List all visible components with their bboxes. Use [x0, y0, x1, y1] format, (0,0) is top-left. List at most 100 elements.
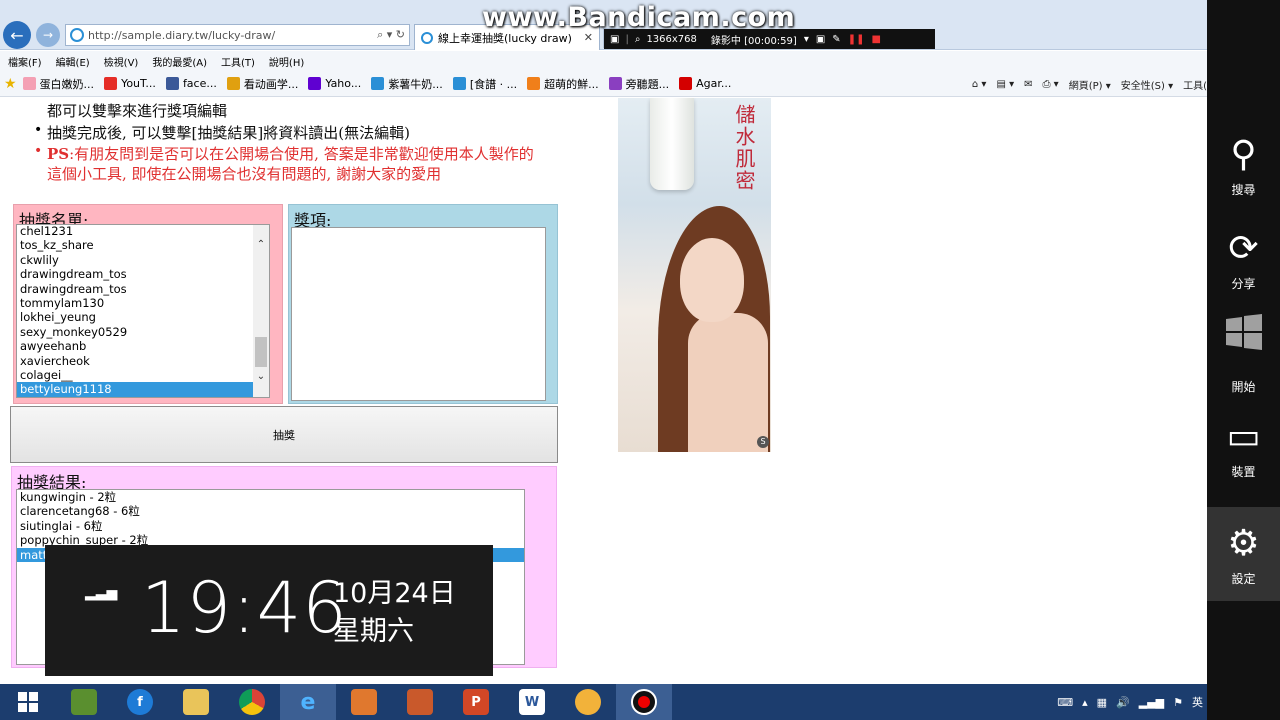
app-blue[interactable]: f: [112, 684, 168, 720]
safety-menu[interactable]: 安全性(S) ▾: [1121, 77, 1173, 92]
ad-slogan: 儲水肌密: [732, 104, 756, 192]
chevron-up-icon[interactable]: ⌃: [253, 237, 269, 253]
start-button[interactable]: [0, 684, 56, 720]
list-item[interactable]: drawingdream_tos: [17, 267, 269, 281]
favorite-link[interactable]: YouT...: [104, 77, 156, 90]
ie-app[interactable]: e: [280, 684, 336, 720]
charm-search[interactable]: ⚲ 搜尋: [1207, 118, 1280, 212]
favicon-icon: [371, 77, 385, 90]
list-item[interactable]: drawingdream_tos: [17, 282, 269, 296]
favicon-icon: [527, 77, 541, 90]
charm-start[interactable]: 開始: [1207, 306, 1280, 400]
forward-button[interactable]: →: [36, 23, 60, 47]
bandicam-app[interactable]: [616, 684, 672, 720]
entrants-listbox[interactable]: chel1231 tos_kz_share ckwlily drawingdream_…: [16, 224, 270, 398]
stop-icon[interactable]: ■: [871, 34, 880, 45]
menu-tools[interactable]: 工具(T): [221, 54, 255, 69]
system-tray: ⌨ ▴ ▦ 🔊 ▂▄▆ ⚑ 英: [1048, 684, 1203, 720]
favorite-label: Yaho...: [325, 77, 362, 90]
file-explorer[interactable]: [168, 684, 224, 720]
list-item[interactable]: bettyleung1118: [17, 382, 254, 397]
pause-icon[interactable]: ❚❚: [848, 34, 865, 45]
menu-edit[interactable]: 編輯(E): [56, 54, 90, 69]
url-text[interactable]: http://sample.diary.tw/lucky-draw/: [88, 29, 377, 42]
home-icon[interactable]: ⌂ ▾: [972, 79, 987, 90]
charm-share[interactable]: ⟳ 分享: [1207, 212, 1280, 306]
volume-icon[interactable]: 🔊: [1116, 696, 1130, 709]
charm-label: 搜尋: [1231, 182, 1256, 197]
bullet: •: [34, 143, 43, 159]
input-language[interactable]: 英: [1192, 694, 1203, 710]
menu-help[interactable]: 說明(H): [269, 54, 304, 69]
ps-text: :有朋友問到是否可以在公開場合使用, 答案是非常歡迎使用本人製作的: [69, 145, 534, 163]
recorder-toolbar: ▣ | ⌕ 1366x768 錄影中 [00:00:59] ▾ ▣ ✎ ❚❚ ■: [604, 29, 935, 49]
draw-button[interactable]: 抽獎: [10, 406, 558, 463]
menu-file[interactable]: 檔案(F): [8, 54, 42, 69]
scrollbar-thumb[interactable]: [255, 337, 267, 367]
mail-icon[interactable]: ✉: [1024, 79, 1032, 90]
list-item[interactable]: chel1231: [17, 225, 269, 238]
list-item[interactable]: siutinglai - 6粒: [17, 519, 524, 533]
favorite-label: Agar...: [696, 77, 732, 90]
favorite-link[interactable]: face...: [165, 77, 217, 90]
camera-icon[interactable]: ▣: [816, 34, 825, 45]
prizes-listbox[interactable]: [291, 227, 546, 401]
favorite-link[interactable]: 蛋白嫩奶...: [22, 76, 94, 92]
ad-badge: S: [757, 436, 769, 448]
entrants-scrollbar[interactable]: ⌃ ⌄: [253, 225, 269, 397]
favicon-icon: [104, 77, 118, 90]
favorite-link[interactable]: 旁聽題...: [608, 76, 669, 92]
advertisement-banner[interactable]: 儲水肌密 S: [618, 98, 771, 452]
list-item[interactable]: lokhei_yeung: [17, 310, 269, 324]
charm-label: 裝置: [1231, 464, 1256, 479]
favorite-link[interactable]: 超萌的鮮...: [527, 76, 599, 92]
chevron-up-icon[interactable]: ▴: [1082, 696, 1088, 709]
paint-app[interactable]: [560, 684, 616, 720]
list-item[interactable]: tos_kz_share: [17, 238, 269, 252]
menu-favorites[interactable]: 我的最愛(A): [152, 54, 207, 69]
word-app[interactable]: W: [504, 684, 560, 720]
list-item[interactable]: ckwlily: [17, 253, 269, 267]
search-refresh-icons[interactable]: ⌕ ▾ ↻: [377, 28, 409, 42]
record-icon: [631, 689, 657, 715]
app-orange[interactable]: [336, 684, 392, 720]
favorite-link[interactable]: 紫薯牛奶...: [371, 76, 443, 92]
app-icon: [407, 689, 433, 715]
favorite-link[interactable]: [食譜 · ...: [452, 76, 517, 92]
flag-icon[interactable]: ⚑: [1173, 696, 1183, 709]
pencil-icon[interactable]: ✎: [832, 34, 840, 45]
signal-icon[interactable]: ▂▄▆: [1139, 696, 1164, 709]
page-menu[interactable]: 網頁(P) ▾: [1069, 77, 1111, 92]
back-button[interactable]: ←: [3, 21, 31, 49]
list-item[interactable]: kungwingin - 2粒: [17, 490, 524, 504]
minecraft-app[interactable]: [56, 684, 112, 720]
favorites-star-icon[interactable]: ★: [4, 76, 17, 92]
favorite-link[interactable]: 看动画学...: [226, 76, 298, 92]
chrome-app[interactable]: [224, 684, 280, 720]
tools-menu[interactable]: 工具(: [1183, 77, 1207, 92]
charm-devices[interactable]: ▭ 裝置: [1207, 400, 1280, 494]
list-item[interactable]: tommylam130: [17, 296, 269, 310]
chevron-down-icon[interactable]: ⌄: [253, 369, 269, 385]
menu-view[interactable]: 檢視(V): [104, 54, 139, 69]
powerpoint-app[interactable]: P: [448, 684, 504, 720]
charm-settings[interactable]: ⚙ 設定: [1207, 507, 1280, 601]
favorite-link[interactable]: Yaho...: [308, 77, 361, 90]
list-item[interactable]: colagei__: [17, 368, 269, 382]
keyboard-icon[interactable]: ⌨: [1057, 696, 1073, 709]
ie-icon: e: [300, 689, 316, 715]
ie-page-icon: [70, 28, 84, 42]
windows-flag-icon[interactable]: ▦: [1097, 696, 1107, 709]
favicon-icon: [22, 77, 36, 90]
address-bar[interactable]: http://sample.diary.tw/lucky-draw/ ⌕ ▾ ↻: [65, 24, 410, 46]
list-item[interactable]: sexy_monkey0529: [17, 325, 269, 339]
chevron-down-icon[interactable]: ▾: [804, 34, 809, 45]
favorite-link[interactable]: Agar...: [679, 77, 731, 90]
feeds-icon[interactable]: ▤ ▾: [996, 79, 1014, 90]
list-item[interactable]: xaviercheok: [17, 354, 269, 368]
list-item[interactable]: awyeehanb: [17, 339, 269, 353]
list-item[interactable]: clarencetang68 - 6粒: [17, 504, 524, 518]
app-folder-red[interactable]: [392, 684, 448, 720]
instruction-line: 抽獎完成後, 可以雙擊[抽獎結果]將資料讀出(無法編輯): [47, 124, 410, 142]
print-icon[interactable]: ⎙ ▾: [1043, 79, 1059, 90]
